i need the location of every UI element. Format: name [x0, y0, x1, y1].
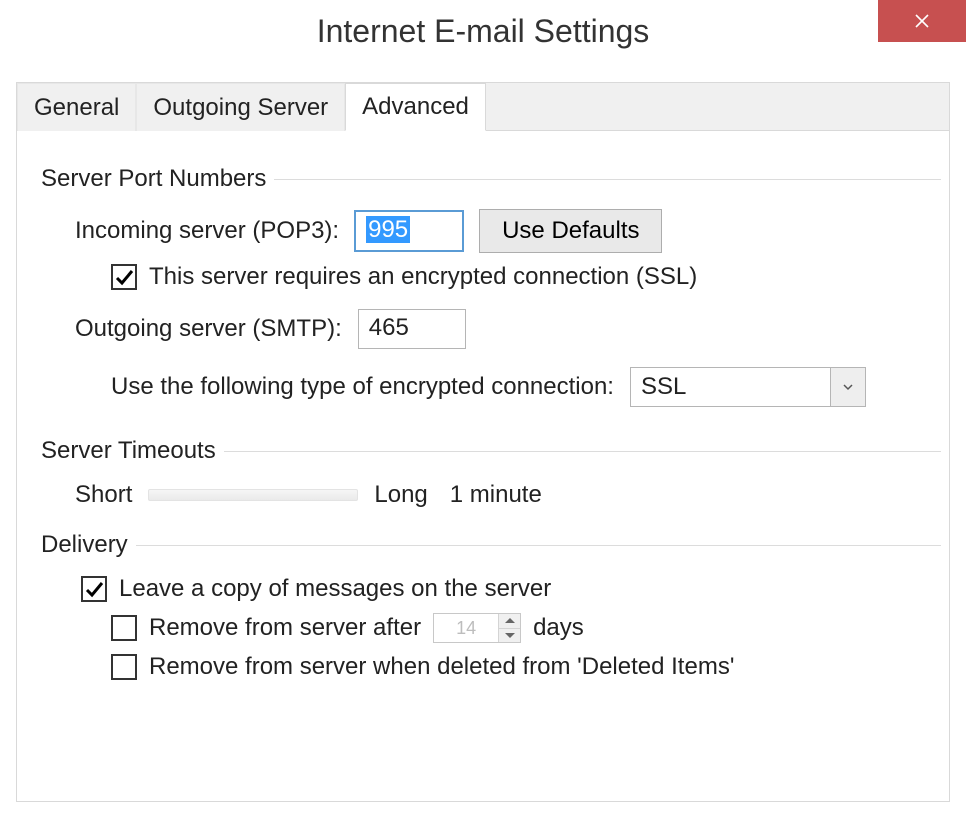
group-divider	[274, 179, 941, 180]
row-ssl-required: This server requires an encrypted connec…	[111, 263, 941, 291]
use-defaults-button[interactable]: Use Defaults	[479, 209, 662, 253]
chevron-down-icon	[842, 381, 854, 393]
spinner-up-button[interactable]	[499, 614, 520, 628]
group-delivery: Delivery	[41, 531, 941, 559]
group-divider	[224, 451, 941, 452]
spinner-buttons	[498, 614, 520, 642]
timeout-slider[interactable]	[148, 489, 358, 501]
incoming-port-input[interactable]: 995	[355, 211, 463, 251]
incoming-port-label: Incoming server (POP3):	[75, 217, 339, 245]
group-label-server-timeouts: Server Timeouts	[41, 437, 224, 465]
timeout-short-label: Short	[75, 481, 132, 509]
group-label-delivery: Delivery	[41, 531, 136, 559]
close-icon	[914, 13, 930, 29]
row-timeout-slider: Short Long 1 minute	[75, 481, 941, 509]
tab-outgoing-server[interactable]: Outgoing Server	[136, 83, 345, 131]
encryption-type-select[interactable]: SSL	[630, 367, 866, 407]
remove-deleted-label: Remove from server when deleted from 'De…	[149, 653, 734, 681]
close-button[interactable]	[878, 0, 966, 42]
row-leave-copy: Leave a copy of messages on the server	[81, 575, 941, 603]
timeout-long-label: Long	[374, 481, 427, 509]
row-outgoing-port: Outgoing server (SMTP): 465	[75, 309, 941, 349]
triangle-down-icon	[505, 633, 515, 638]
tab-advanced[interactable]: Advanced	[345, 83, 486, 131]
group-server-timeouts: Server Timeouts	[41, 437, 941, 465]
tabs-strip: General Outgoing Server Advanced	[17, 83, 949, 131]
outgoing-port-value: 465	[369, 314, 409, 341]
outgoing-port-input[interactable]: 465	[358, 309, 466, 349]
row-remove-deleted: Remove from server when deleted from 'De…	[111, 653, 941, 681]
settings-pane: General Outgoing Server Advanced Server …	[16, 82, 950, 802]
encryption-type-label: Use the following type of encrypted conn…	[111, 373, 614, 401]
row-encryption-type: Use the following type of encrypted conn…	[111, 367, 941, 407]
ssl-required-label: This server requires an encrypted connec…	[149, 263, 697, 291]
timeout-value-label: 1 minute	[450, 481, 542, 509]
remove-after-checkbox[interactable]	[111, 615, 137, 641]
window-title: Internet E-mail Settings	[0, 13, 966, 50]
tab-general[interactable]: General	[17, 83, 136, 131]
triangle-up-icon	[505, 618, 515, 623]
remove-after-prefix: Remove from server after	[149, 614, 421, 642]
check-icon	[84, 579, 104, 599]
incoming-port-value: 995	[366, 216, 410, 243]
ssl-required-checkbox[interactable]	[111, 264, 137, 290]
spinner-down-button[interactable]	[499, 628, 520, 643]
row-remove-after: Remove from server after 14 days	[111, 613, 941, 643]
encryption-type-value: SSL	[630, 367, 830, 407]
row-incoming-port: Incoming server (POP3): 995 Use Defaults	[75, 209, 941, 253]
remove-after-days-spinner[interactable]: 14	[433, 613, 521, 643]
remove-deleted-checkbox[interactable]	[111, 654, 137, 680]
group-server-port-numbers: Server Port Numbers	[41, 165, 941, 193]
leave-copy-checkbox[interactable]	[81, 576, 107, 602]
leave-copy-label: Leave a copy of messages on the server	[119, 575, 551, 603]
group-divider	[136, 545, 941, 546]
outgoing-port-label: Outgoing server (SMTP):	[75, 315, 342, 343]
title-bar: Internet E-mail Settings	[0, 0, 966, 64]
encryption-type-dropdown-button[interactable]	[830, 367, 866, 407]
tab-content-advanced: Server Port Numbers Incoming server (POP…	[17, 131, 949, 681]
check-icon	[114, 267, 134, 287]
remove-after-suffix: days	[533, 614, 584, 642]
group-label-port-numbers: Server Port Numbers	[41, 165, 274, 193]
remove-after-days-value: 14	[434, 614, 498, 642]
